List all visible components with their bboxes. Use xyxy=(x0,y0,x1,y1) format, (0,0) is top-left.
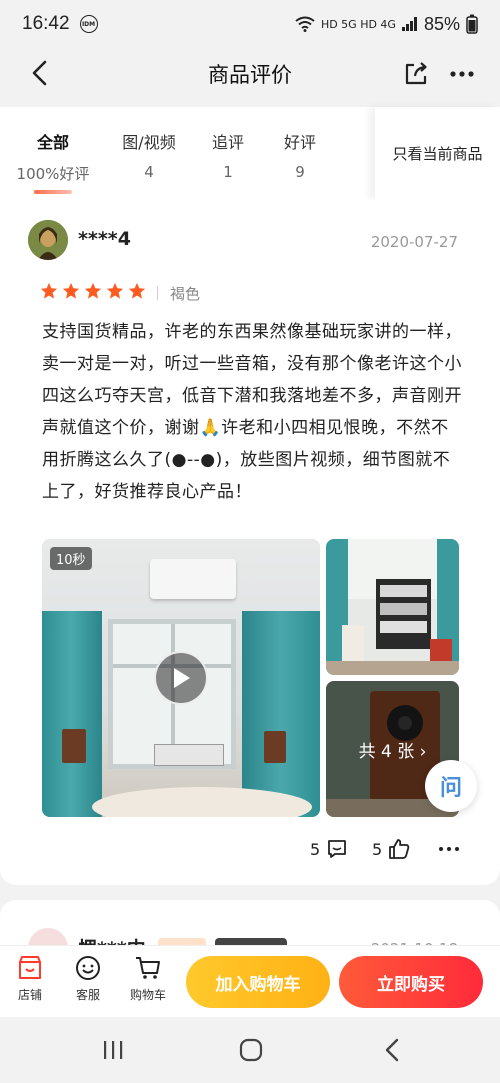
speaker-shape xyxy=(264,731,286,763)
battery-icon xyxy=(466,14,478,34)
like-button[interactable]: 5 xyxy=(372,838,410,860)
active-tab-indicator xyxy=(34,190,72,194)
share-icon[interactable] xyxy=(402,60,430,88)
idm-icon: IDM xyxy=(79,15,98,33)
star-icon xyxy=(128,282,146,299)
wifi-icon xyxy=(295,16,315,32)
tab-media-label: 图/视频 xyxy=(122,133,176,152)
system-back-icon[interactable] xyxy=(380,1037,406,1063)
comment-icon xyxy=(328,840,347,858)
tab-followup-label: 追评 xyxy=(211,133,244,152)
tab-all[interactable]: 全部 100%好评 xyxy=(16,129,90,184)
divider xyxy=(157,286,158,300)
status-indicators: HD 5G HD 4G 85% xyxy=(295,14,478,35)
review-card: ****4 2020-07-27 褐色 支持国货精品，许老的东西果然像基础玩家讲… xyxy=(0,200,500,885)
reviewer-name: ****4 xyxy=(78,228,131,250)
thumbs-up-icon xyxy=(389,839,410,859)
store-label: 店铺 xyxy=(17,988,42,1002)
product-spec: 褐色 xyxy=(170,285,201,303)
review-date: 2020-07-27 xyxy=(370,233,458,251)
tab-followup-count: 1 xyxy=(223,163,233,181)
more-icon xyxy=(439,847,459,851)
current-product-only-toggle[interactable]: 只看当前商品 xyxy=(375,107,500,200)
header: 商品评价 xyxy=(0,48,500,100)
tab-media-count: 4 xyxy=(144,163,154,181)
play-icon xyxy=(174,668,190,688)
cart-label: 购物车 xyxy=(129,988,166,1002)
review-filter-tabs: 全部 100%好评 图/视频 4 追评 1 好评 9 只看当前商品 xyxy=(0,107,500,200)
star-icon xyxy=(106,282,124,299)
signal-icon xyxy=(401,17,417,31)
tab-positive[interactable]: 好评 9 xyxy=(278,129,322,181)
review-video[interactable]: 10秒 xyxy=(42,539,320,817)
tab-positive-count: 9 xyxy=(295,163,305,181)
review-actions: 5 5 xyxy=(0,838,500,868)
back-arrow-icon[interactable] xyxy=(26,58,56,88)
more-icon[interactable] xyxy=(448,60,476,88)
video-duration-badge: 10秒 xyxy=(50,547,92,570)
tab-positive-label: 好评 xyxy=(283,133,316,152)
curtain-shape xyxy=(42,611,102,817)
smile-chat-icon xyxy=(76,956,100,980)
store-icon xyxy=(19,956,41,979)
ask-button[interactable]: 问 xyxy=(425,760,477,812)
tab-followup[interactable]: 追评 1 xyxy=(206,129,250,181)
add-to-cart-button[interactable]: 加入购物车 xyxy=(186,956,330,1008)
speaker-shape xyxy=(62,729,86,763)
curtain-shape xyxy=(242,611,320,817)
tab-media[interactable]: 图/视频 4 xyxy=(118,129,180,181)
tab-all-label: 全部 xyxy=(36,133,69,152)
review-text: 支持国货精品，许老的东西果然像基础玩家讲的一样，卖一对是一对，听过一些音箱，没有… xyxy=(42,322,462,502)
network-labels: HD 5G HD 4G xyxy=(320,17,396,31)
star-icon xyxy=(62,282,80,299)
service-label: 客服 xyxy=(75,988,100,1002)
avatar[interactable] xyxy=(28,220,68,260)
comment-count: 5 xyxy=(310,839,321,859)
star-icon xyxy=(40,282,58,299)
play-button[interactable] xyxy=(154,651,208,705)
battery-level: 85% xyxy=(423,13,460,34)
tab-all-count: 100%好评 xyxy=(16,165,90,183)
like-count: 5 xyxy=(372,839,383,859)
star-icon xyxy=(84,282,102,299)
bottom-action-bar: 店铺 客服 购物车 加入购物车 立即购买 xyxy=(0,945,500,1017)
home-icon[interactable] xyxy=(238,1037,264,1063)
service-button[interactable]: 客服 xyxy=(63,954,113,1003)
recent-apps-icon[interactable] xyxy=(100,1037,126,1063)
cart-icon xyxy=(136,957,160,979)
store-button[interactable]: 店铺 xyxy=(5,954,55,1003)
amplifier-shape xyxy=(154,744,224,766)
review-more-button[interactable] xyxy=(438,838,460,860)
review-photo[interactable] xyxy=(326,539,459,675)
comment-button[interactable]: 5 xyxy=(310,838,348,860)
air-conditioner-shape xyxy=(150,559,236,599)
status-time: 16:42 xyxy=(22,13,70,34)
photo-hifi-rack xyxy=(326,539,459,675)
status-bar: 16:42 IDM HD 5G HD 4G 85% xyxy=(0,0,500,48)
avatar-portrait-icon xyxy=(28,220,68,260)
star-rating xyxy=(40,282,146,300)
system-navigation-bar xyxy=(0,1017,500,1083)
buy-now-button[interactable]: 立即购买 xyxy=(339,956,483,1008)
cart-button[interactable]: 购物车 xyxy=(123,954,173,1003)
